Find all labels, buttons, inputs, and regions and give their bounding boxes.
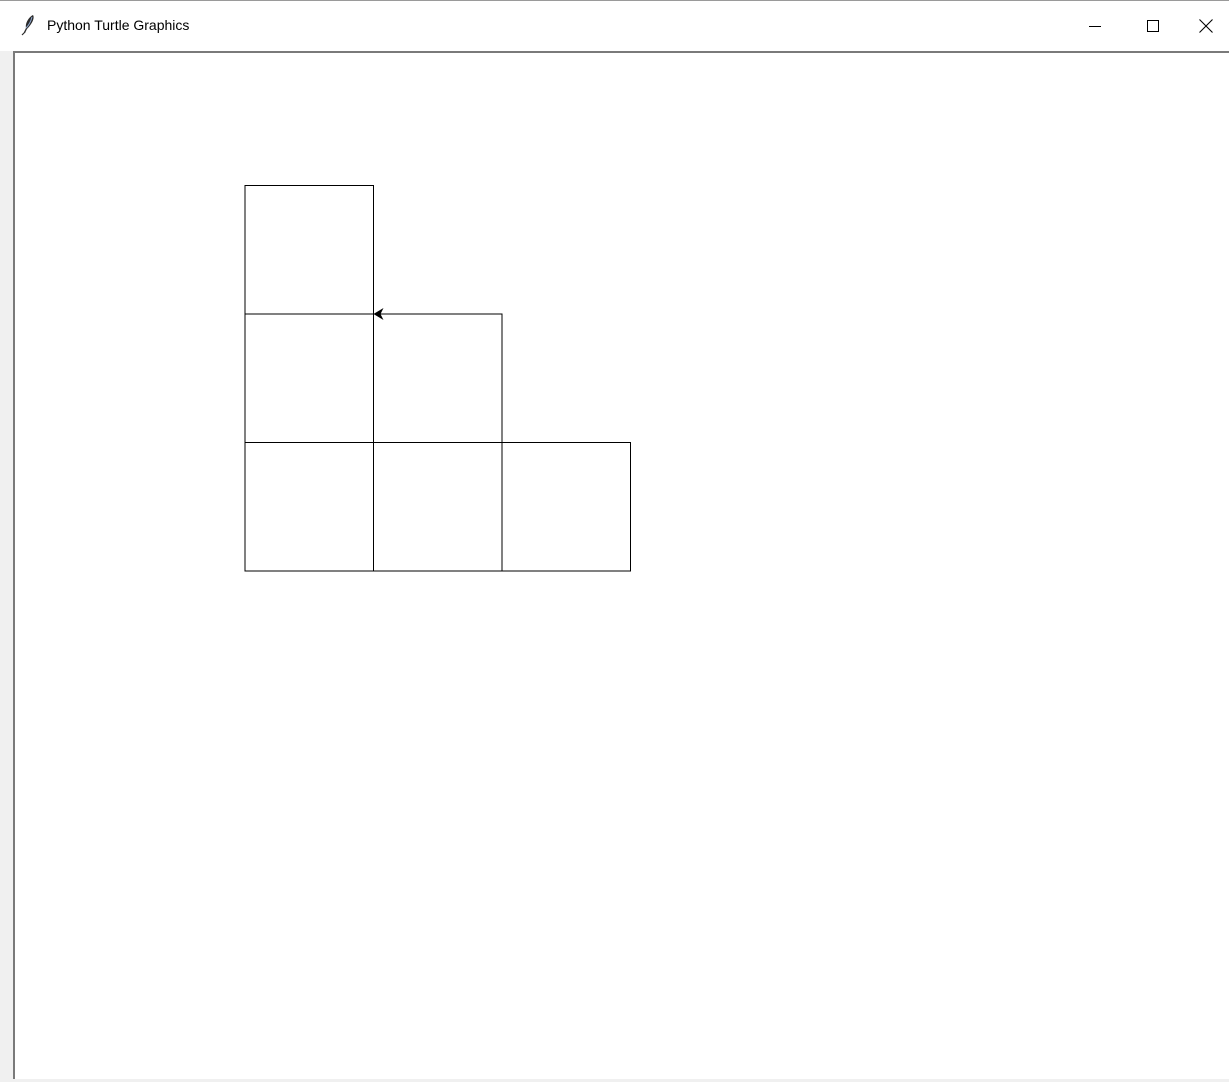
turtle-drawing — [244, 185, 631, 572]
maximize-icon — [1147, 20, 1159, 32]
drawn-square — [373, 313, 503, 443]
drawn-square — [501, 442, 631, 572]
close-icon — [1198, 19, 1213, 33]
maximize-button[interactable] — [1124, 1, 1182, 51]
minimize-icon — [1089, 26, 1101, 27]
window-frame-left — [0, 51, 13, 1082]
drawn-square — [373, 442, 503, 572]
minimize-button[interactable] — [1066, 1, 1124, 51]
feather-icon — [20, 14, 38, 36]
turtle-canvas[interactable] — [13, 51, 1229, 1082]
drawn-square — [244, 185, 374, 315]
turtle-window: Python Turtle Graphics — [0, 0, 1229, 1082]
drawn-square — [244, 313, 374, 443]
window-title: Python Turtle Graphics — [47, 17, 190, 33]
title-bar[interactable]: Python Turtle Graphics — [0, 1, 1229, 51]
close-button[interactable] — [1182, 1, 1229, 51]
drawn-square — [244, 442, 374, 572]
